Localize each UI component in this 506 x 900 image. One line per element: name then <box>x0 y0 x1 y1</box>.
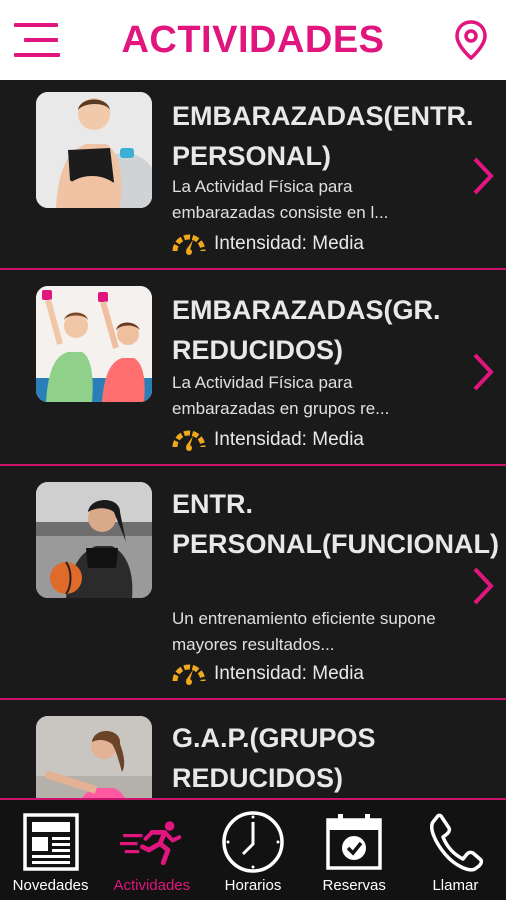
tab-reservas[interactable]: Reservas <box>304 800 405 900</box>
tab-label: Reservas <box>322 877 386 894</box>
location-pin-icon[interactable] <box>454 20 488 61</box>
tab-horarios[interactable]: Horarios <box>202 800 303 900</box>
gauge-icon <box>172 430 206 451</box>
newspaper-icon <box>19 810 83 874</box>
activity-title: EMBARAZADAS(GR. REDUCIDOS) <box>172 295 441 365</box>
chevron-right-icon[interactable] <box>472 156 494 196</box>
calendar-check-icon <box>322 810 386 874</box>
gauge-icon <box>172 664 206 685</box>
intensity-row: Intensidad: Media <box>172 230 364 258</box>
activity-thumbnail <box>36 716 152 798</box>
page-title: ACTIVIDADES <box>121 18 385 61</box>
intensity-row: Intensidad: Media <box>172 660 364 688</box>
activity-description: Un entrenamiento eficiente supone mayore… <box>172 609 436 654</box>
intensity-row: Intensidad: Media <box>172 426 364 454</box>
activity-thumbnail <box>36 286 152 402</box>
activity-card[interactable]: ENTR. PERSONAL(FUNCIONAL) Un entrenamien… <box>0 466 506 700</box>
intensity-label: Intensidad: Media <box>214 663 364 684</box>
phone-icon <box>423 810 487 874</box>
clock-icon <box>221 810 285 874</box>
intensity-label: Intensidad: Media <box>214 429 364 450</box>
chevron-right-icon[interactable] <box>472 566 494 606</box>
tab-label: Horarios <box>224 877 282 894</box>
tab-label: Llamar <box>432 877 479 894</box>
activity-description: La Actividad Física para embarazadas con… <box>172 177 389 222</box>
chevron-right-icon[interactable] <box>472 352 494 392</box>
activity-title: G.A.P.(GRUPOS REDUCIDOS) <box>172 723 376 793</box>
tab-llamar[interactable]: Llamar <box>405 800 506 900</box>
tab-actividades[interactable]: Actividades <box>101 800 202 900</box>
activity-card[interactable]: EMBARAZADAS(GR. REDUCIDOS) La Actividad … <box>0 270 506 466</box>
tab-label: Actividades <box>113 877 191 894</box>
activity-thumbnail <box>36 92 152 208</box>
activity-list[interactable]: EMBARAZADAS(ENTR. PERSONAL) La Actividad… <box>0 80 506 798</box>
activity-title: ENTR. PERSONAL(FUNCIONAL) <box>172 489 499 559</box>
activity-card[interactable]: EMBARAZADAS(ENTR. PERSONAL) La Actividad… <box>0 80 506 270</box>
tab-novedades[interactable]: Novedades <box>0 800 101 900</box>
gauge-icon <box>172 234 206 255</box>
menu-icon[interactable] <box>14 20 64 60</box>
bottom-tab-bar: Novedades Actividades Horarios Reservas … <box>0 798 506 900</box>
activity-title: EMBARAZADAS(ENTR. PERSONAL) <box>172 101 474 171</box>
running-icon <box>119 810 184 874</box>
activity-thumbnail <box>36 482 152 598</box>
activity-card[interactable]: G.A.P.(GRUPOS REDUCIDOS) <box>0 700 506 798</box>
intensity-label: Intensidad: Media <box>214 233 364 254</box>
activity-description: La Actividad Física para embarazadas en … <box>172 373 390 418</box>
app-header: ACTIVIDADES <box>0 0 506 80</box>
tab-label: Novedades <box>12 877 89 894</box>
